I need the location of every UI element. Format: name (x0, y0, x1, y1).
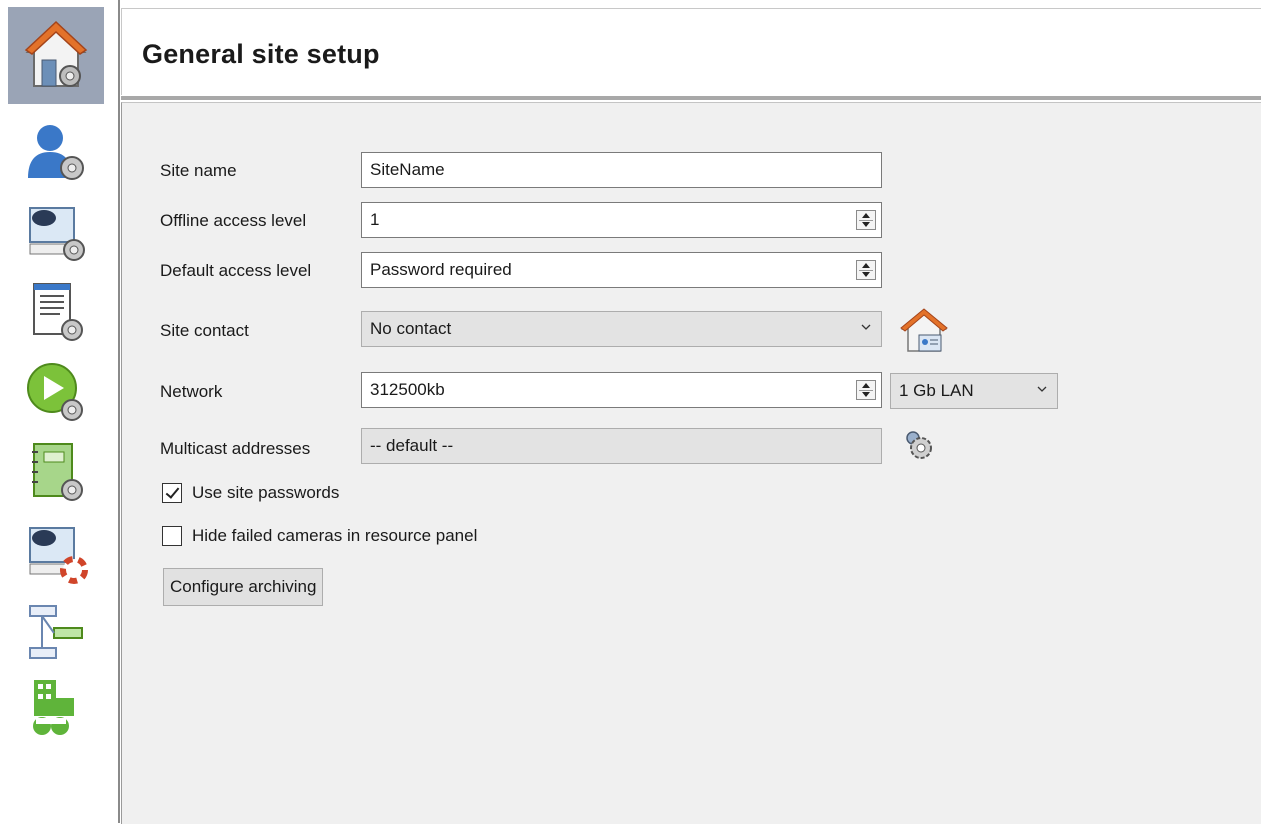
chevron-down-icon (1037, 386, 1047, 392)
tree-icon (24, 600, 88, 664)
sidebar-divider (118, 0, 120, 823)
network-bandwidth-spin-buttons[interactable] (856, 380, 876, 400)
network-bandwidth-spinbox[interactable]: 312500kb (361, 372, 882, 408)
network-label: Network (160, 382, 223, 401)
network-speed-value: 1 Gb LAN (899, 381, 974, 400)
offline-access-level-spinbox[interactable]: 1 (361, 202, 882, 238)
hide-failed-cameras-checkbox-row[interactable]: Hide failed cameras in resource panel (162, 526, 477, 546)
use-site-passwords-label: Use site passwords (192, 483, 340, 502)
notebook-gear-icon (24, 440, 88, 504)
chevron-down-icon (861, 324, 871, 330)
header-separator (121, 96, 1261, 100)
sidebar-item-hierarchy[interactable] (8, 592, 104, 672)
site-contact-label: Site contact (160, 321, 249, 340)
site-contact-select[interactable]: No contact (361, 311, 882, 347)
network-bandwidth-value: 312500kb (370, 380, 445, 399)
gear-icon (906, 431, 932, 459)
play-gear-icon (24, 360, 88, 424)
sidebar-item-general-site-setup[interactable] (8, 7, 104, 104)
sidebar-item-camera-support[interactable] (8, 512, 104, 592)
configure-archiving-button[interactable]: Configure archiving (163, 568, 324, 606)
offline-access-level-value: 1 (370, 210, 380, 229)
sidebar-item-playback[interactable] (8, 352, 104, 432)
default-access-level-spinbox[interactable]: Password required (361, 252, 882, 288)
camera-gear-icon (24, 200, 88, 264)
use-site-passwords-checkbox-row[interactable]: Use site passwords (162, 483, 339, 503)
document-gear-icon (24, 280, 88, 344)
sidebar-item-buildings[interactable] (8, 668, 104, 748)
sidebar-item-notebook[interactable] (8, 432, 104, 512)
hide-failed-cameras-checkbox[interactable] (162, 526, 182, 546)
contact-card-button[interactable] (898, 307, 950, 353)
user-gear-icon (24, 120, 88, 184)
house-contact-icon (900, 308, 948, 352)
network-speed-select[interactable]: 1 Gb LAN (890, 373, 1058, 409)
default-access-level-value: Password required (370, 260, 512, 279)
multicast-addresses-label: Multicast addresses (160, 439, 311, 458)
multicast-addresses-field: -- default -- (361, 428, 882, 464)
default-access-level-spin-buttons[interactable] (856, 260, 876, 280)
site-contact-value: No contact (370, 319, 452, 338)
house-gear-icon (24, 20, 88, 92)
sidebar-item-logs[interactable] (8, 272, 104, 352)
page-header: General site setup (121, 8, 1261, 95)
default-access-level-label: Default access level (160, 261, 312, 280)
offline-access-level-spin-buttons[interactable] (856, 210, 876, 230)
multicast-settings-button[interactable] (898, 425, 938, 465)
use-site-passwords-checkbox[interactable] (162, 483, 182, 503)
sidebar (0, 0, 108, 823)
sidebar-item-users[interactable] (8, 112, 104, 192)
offline-access-level-label: Offline access level (160, 211, 307, 230)
page-title: General site setup (142, 39, 380, 69)
camera-lifebuoy-icon (24, 520, 88, 584)
site-name-input[interactable]: SiteName (361, 152, 882, 188)
settings-panel: Site name SiteName Offline access level … (121, 102, 1261, 824)
site-name-label: Site name (160, 161, 237, 180)
hide-failed-cameras-label: Hide failed cameras in resource panel (192, 526, 478, 545)
building-icon (24, 676, 88, 740)
sidebar-item-cameras[interactable] (8, 192, 104, 272)
